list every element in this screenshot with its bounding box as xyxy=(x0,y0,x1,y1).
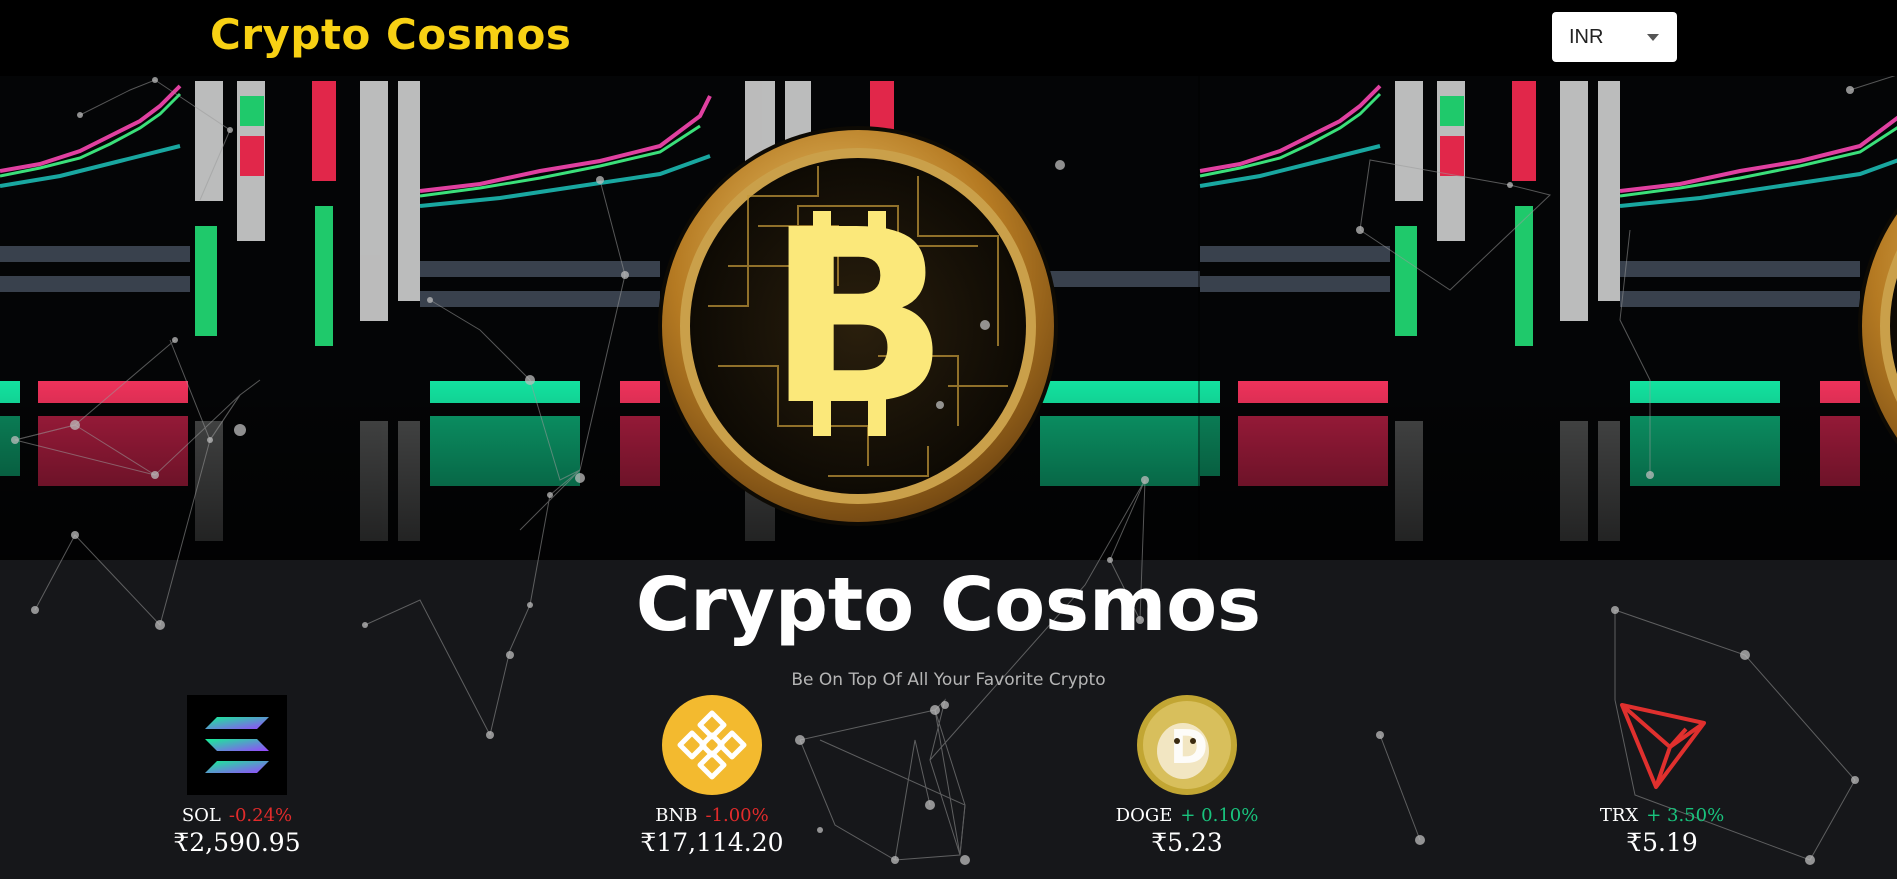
app-logo[interactable]: Crypto Cosmos xyxy=(210,10,571,59)
coin-symbol: BNB xyxy=(655,805,698,826)
dogecoin-logo-icon: D xyxy=(1137,695,1237,795)
coin-symbol: DOGE xyxy=(1115,805,1173,826)
coin-symbol: TRX xyxy=(1599,805,1639,826)
coin-price: ₹17,114.20 xyxy=(640,828,784,857)
carousel-item-bnb[interactable]: BNB -1.00% ₹17,114.20 xyxy=(602,695,822,857)
banner-title: Crypto Cosmos xyxy=(635,562,1262,648)
carousel-item-doge[interactable]: D DOGE + 0.10% ₹5.23 xyxy=(1077,695,1297,857)
coin-price: ₹2,590.95 xyxy=(173,828,301,857)
carousel-item-sol[interactable]: SOL -0.24% ₹2,590.95 xyxy=(127,695,347,857)
coin-change: + 3.50% xyxy=(1646,805,1725,826)
currency-select-value: INR xyxy=(1569,25,1604,48)
svg-text:D: D xyxy=(1170,720,1208,774)
tron-logo-icon xyxy=(1620,703,1706,789)
coin-symbol: SOL xyxy=(181,805,221,826)
coin-price: ₹5.23 xyxy=(1151,828,1223,857)
coin-change: -0.24% xyxy=(228,805,293,826)
chevron-down-icon xyxy=(1647,34,1659,41)
app-header: Crypto Cosmos INR xyxy=(0,0,1897,76)
hero-banner-image: B xyxy=(0,76,1897,560)
coin-change: -1.00% xyxy=(705,805,769,826)
carousel-item-trx[interactable]: TRX + 3.50% ₹5.19 xyxy=(1552,695,1772,857)
coin-change: + 0.10% xyxy=(1180,805,1259,826)
coin-price: ₹5.19 xyxy=(1626,828,1698,857)
banner-subtitle: Be On Top Of All Your Favorite Crypto xyxy=(791,670,1106,690)
bnb-logo-icon xyxy=(662,695,762,795)
currency-select[interactable]: INR xyxy=(1552,12,1677,62)
solana-logo-icon xyxy=(187,695,287,795)
